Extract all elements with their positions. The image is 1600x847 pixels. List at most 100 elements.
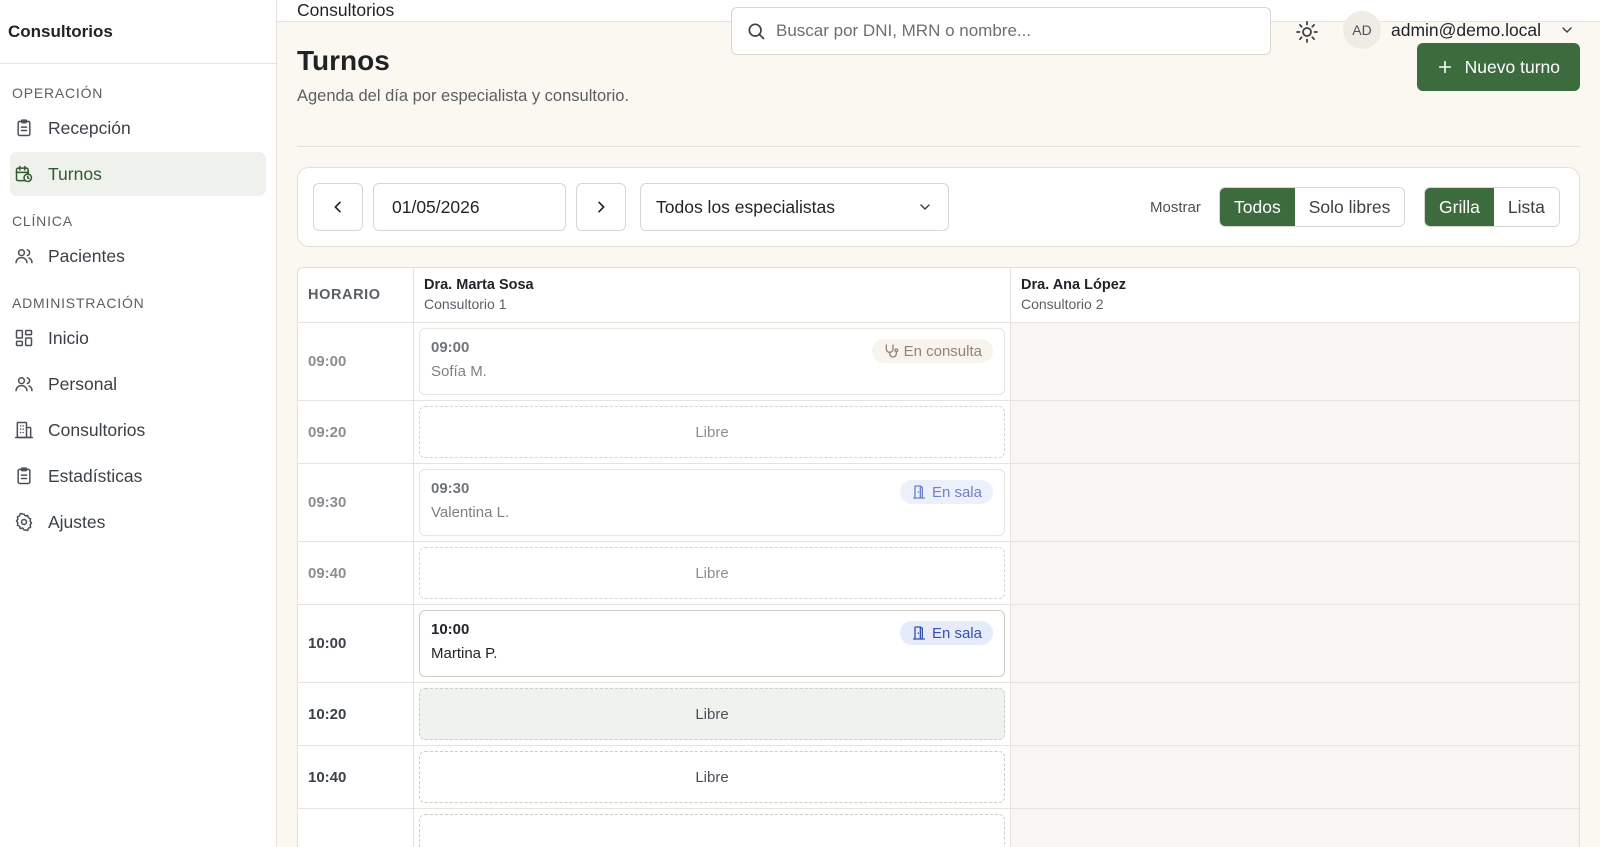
topbar: Consultorios AD admin@demo.local [277,0,1600,55]
section-title-administracion: ADMINISTRACIÓN [12,295,145,311]
status-badge-label: En sala [931,624,982,642]
previous-day-button[interactable] [313,183,363,231]
slot-cell[interactable] [1011,683,1579,745]
slot-cell: 09:00 Sofía M. En consulta [414,323,1011,400]
free-slot[interactable]: Libre [419,547,1005,599]
filter-option-solo-libres[interactable]: Solo libres [1294,188,1405,226]
schedule-row: 09:20 Libre [298,401,1579,464]
appointment-card[interactable]: 10:00 Martina P. En sala [419,610,1005,677]
new-appointment-button[interactable]: Nuevo turno [1416,43,1580,91]
page-content: Turnos Agenda del día por especialista y… [277,22,1600,847]
date-input[interactable]: 01/05/2026 [373,183,566,231]
row-time [298,809,414,847]
section-title-operacion: OPERACIÓN [12,85,104,101]
chevron-right-icon [598,201,605,213]
time-column-header: HORARIO [298,268,414,322]
doctor-column-header: Dra. Marta Sosa Consultorio 1 [414,268,1011,322]
status-badge: En consulta [871,339,993,363]
schedule-row: 09:00 09:00 Sofía M. En consulta [298,323,1579,401]
appointment-card[interactable]: 09:30 Valentina L. En sala [419,469,1005,536]
sidebar-item-turnos[interactable]: Turnos [10,152,266,196]
page-header: Turnos Agenda del día por especialista y… [297,43,1580,147]
schedule-row [298,809,1579,847]
main-area: Consultorios AD admin@demo.local Turnos … [277,0,1600,847]
dashboard-icon [15,329,33,347]
free-slot[interactable]: Libre [419,751,1005,803]
schedule-grid: HORARIO Dra. Marta Sosa Consultorio 1 Dr… [297,267,1580,847]
free-slot[interactable]: Libre [419,406,1005,458]
gear-icon [15,512,33,532]
next-day-button[interactable] [576,183,626,231]
appointment-patient: Sofía M. [431,363,487,380]
sidebar-item-estadisticas[interactable]: Estadísticas [10,454,266,498]
user-email: admin@demo.local [1391,19,1542,40]
row-time: 10:00 [298,605,414,682]
topbar-title: Consultorios [297,0,395,20]
theme-toggle-button[interactable] [1293,18,1321,46]
users-icon [15,377,33,392]
stethoscope-icon [885,344,898,358]
status-badge: En sala [899,621,993,645]
section-title-clinica: CLÍNICA [12,213,73,229]
appointment-card[interactable]: 09:00 Sofía M. En consulta [419,328,1005,395]
doctor-name: Dra. Marta Sosa [424,277,534,293]
sidebar-item-pacientes[interactable]: Pacientes [10,234,266,278]
schedule-row: 09:30 09:30 Valentina L. En sala [298,464,1579,542]
chevron-left-icon [334,201,341,213]
row-time: 10:20 [298,683,414,745]
specialist-select-value: Todos los especialistas [656,196,835,217]
search-icon [748,23,765,40]
brand-title: Consultorios [0,0,276,64]
row-time: 09:00 [298,323,414,400]
availability-filter: Todos Solo libres [1219,187,1406,227]
calendar-clock-icon [15,165,33,183]
clipboard-icon [17,119,31,137]
doctor-room: Consultorio 1 [424,296,507,312]
status-badge-label: En consulta [903,342,982,360]
door-icon [912,485,925,499]
slot-cell[interactable] [1011,746,1579,808]
slot-cell[interactable] [1011,809,1579,847]
sidebar-item-label: Inicio [48,327,89,348]
schedule-row: 09:40 Libre [298,542,1579,605]
new-appointment-label: Nuevo turno [1464,56,1560,77]
slot-cell[interactable] [1011,605,1579,682]
sidebar-item-label: Consultorios [48,419,146,440]
slot-cell: 10:00 Martina P. En sala [414,605,1011,682]
schedule-row: 10:20 Libre [298,683,1579,746]
chevron-down-icon [920,204,930,210]
doctor-name: Dra. Ana López [1021,277,1127,293]
slot-cell[interactable] [1011,542,1579,604]
chevron-down-icon [1562,27,1572,33]
users-icon [15,249,33,264]
row-time: 09:20 [298,401,414,463]
free-slot[interactable] [419,814,1005,847]
slot-cell[interactable] [1011,323,1579,400]
slot-cell [414,809,1011,847]
sidebar-item-recepcion[interactable]: Recepción [10,106,266,150]
sidebar-item-consultorios[interactable]: Consultorios [10,408,266,452]
sidebar-item-label: Ajustes [48,511,106,532]
sidebar-nav: OPERACIÓN Recepción Turnos CLÍNICA Pacie… [0,64,276,544]
slot-cell[interactable] [1011,401,1579,463]
building-icon [14,421,34,439]
sidebar-item-personal[interactable]: Personal [10,362,266,406]
search-input[interactable] [776,21,1256,41]
sidebar: Consultorios OPERACIÓN Recepción Turnos … [0,0,277,847]
view-option-grilla[interactable]: Grilla [1425,188,1494,226]
slot-cell: Libre [414,542,1011,604]
show-label: Mostrar [1150,198,1201,216]
filter-option-todos[interactable]: Todos [1220,188,1295,226]
page-subtitle: Agenda del día por especialista y consul… [297,87,630,105]
sidebar-item-label: Turnos [48,163,102,184]
sidebar-item-ajustes[interactable]: Ajustes [10,500,266,544]
free-slot[interactable]: Libre [419,688,1005,740]
sidebar-item-inicio[interactable]: Inicio [10,316,266,360]
doctor-column-header: Dra. Ana López Consultorio 2 [1011,268,1579,322]
slot-cell[interactable] [1011,464,1579,541]
view-option-lista[interactable]: Lista [1493,188,1559,226]
sun-icon [1296,21,1318,43]
specialist-select[interactable]: Todos los especialistas [640,183,949,231]
row-time: 10:40 [298,746,414,808]
filters-toolbar: 01/05/2026 Todos los especialistas Mostr… [297,167,1580,247]
